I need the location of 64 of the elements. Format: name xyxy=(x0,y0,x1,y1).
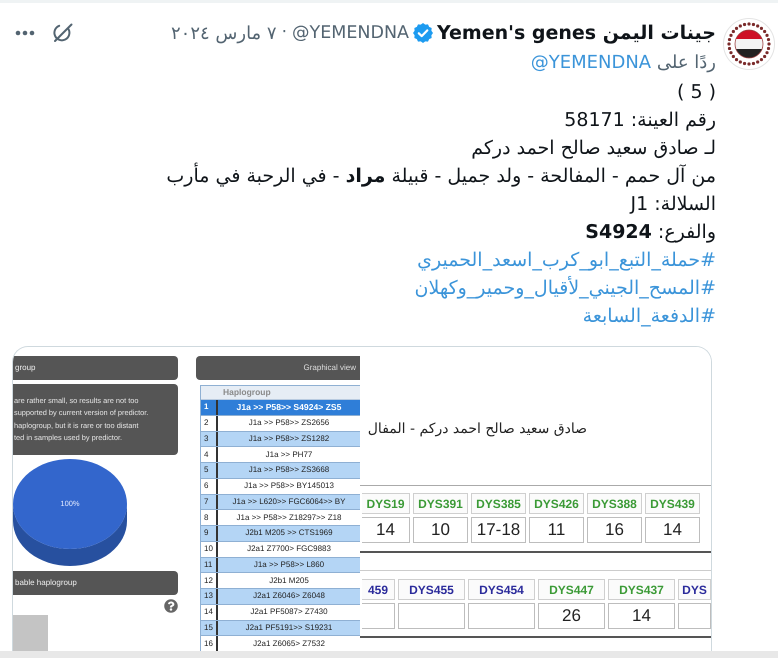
media-card[interactable] xyxy=(12,346,712,651)
haplogroup-cell-text: J1a >> P58>> ZS2656 xyxy=(248,417,330,430)
panel-header: Graphical view xyxy=(196,356,360,380)
marker-header: DYS19 xyxy=(362,493,410,514)
marker-header: DYS447 xyxy=(538,579,605,600)
marker-header: DYS454 xyxy=(468,579,535,600)
value-cell xyxy=(398,603,465,629)
author-handle[interactable]: @YEMENDNA xyxy=(292,20,410,46)
value-cell xyxy=(678,603,711,629)
hashtag-link[interactable]: #حملة_التبع_ابو_كرب_اسعد_الحميري xyxy=(417,246,716,274)
value-cell: 26 xyxy=(538,603,605,629)
author-name[interactable]: جينات اليمن Yemen's genes xyxy=(437,18,716,48)
marker-header: DYS439 xyxy=(645,493,700,514)
haplogroup-cell-text: J2a1 Z6046> Z6048 xyxy=(252,590,326,602)
marker-header: DYS455 xyxy=(398,579,465,600)
post-text-line: السلالة: J1 xyxy=(628,192,716,217)
separator-dot: · xyxy=(282,21,287,44)
panel-header: bable haplogroup xyxy=(13,571,178,595)
help-icon xyxy=(164,599,178,613)
marker-header: DYS437 xyxy=(608,579,675,600)
marker-header: DYS xyxy=(678,579,711,600)
slashed-circle-icon[interactable] xyxy=(51,21,75,45)
post-text-line: رقم العينة: 58171 xyxy=(563,108,716,133)
marker-header: DYS391 xyxy=(413,493,468,514)
haplogroup-cell-text: J2a1 Z7700> FGC9883 xyxy=(246,543,332,556)
haplogroup-cell-text: J2a1 Z6065> Z7532 xyxy=(252,638,326,650)
post-text-line: من آل حمم - المفالحة - ولد جميل - قبيلة مراد - في الرحبة في مأرب xyxy=(12,162,716,190)
post-text-line: لـ صادق سعيد صالح احمد دركم xyxy=(470,136,716,161)
sample-title: صادق سعيد صالح احمد دركم - المفال xyxy=(368,420,587,439)
marker-header: 459 xyxy=(362,579,395,600)
more-icon[interactable] xyxy=(15,30,35,36)
hashtag-link[interactable]: #الدفعة_السابعة xyxy=(582,302,716,330)
haplogroup-cell-text: J1a >> P58>> BY145013 xyxy=(243,480,335,492)
haplogroup-cell-text: J1a >> P58>> S4924> ZS5 xyxy=(236,400,342,414)
haplogroup-cell-text: J1a >> P58>> ZS1282 xyxy=(248,432,330,445)
column-header: Haplogroup xyxy=(222,386,271,399)
value-cell xyxy=(362,603,395,629)
post-date[interactable]: ٧ مارس ٢٠٢٤ xyxy=(171,20,277,46)
value-cell: 10 xyxy=(413,517,468,543)
panel-header: group xyxy=(13,356,178,380)
haplogroup-cell-text: J1a >> PH77 xyxy=(264,448,314,461)
haplogroup-cell-text: J1a >> L620>> FGC6064>> BY xyxy=(232,496,346,508)
post-text-line: ( 5 ) xyxy=(676,80,716,105)
value-cell xyxy=(468,603,535,629)
haplogroup-cell-text: J1a >> P58>> Z18297>> Z18 xyxy=(236,512,342,524)
haplogroup-cell-text: J2a1 PF5087> Z7430 xyxy=(249,606,329,618)
haplogroup-cell-text: J2b1 M205 >> CTS1969 xyxy=(244,527,334,540)
haplogroup-cell-text: J1a >> P58>> ZS3668 xyxy=(248,464,330,476)
marker-header: DYS388 xyxy=(587,493,642,514)
marker-header: DYS426 xyxy=(529,493,584,514)
value-cell: 14 xyxy=(608,603,675,629)
value-cell: 14 xyxy=(645,517,700,543)
haplogroup-cell-text: J2a1 PF5191>> S19231 xyxy=(244,622,334,634)
value-cell: 14 xyxy=(362,517,410,543)
value-cell: 11 xyxy=(529,517,584,543)
marker-header: DYS385 xyxy=(471,493,526,514)
hashtag-link[interactable]: #المسح_الجيني_لأقيال_وحمير_وكهلان xyxy=(414,274,716,302)
mention-link[interactable]: @YEMENDNA xyxy=(530,52,652,73)
value-cell: 16 xyxy=(587,517,642,543)
avatar[interactable] xyxy=(723,18,775,70)
value-cell: 17-18 xyxy=(471,517,526,543)
haplogroup-cell-text: J2b1 M205 xyxy=(268,574,310,587)
placeholder-block xyxy=(13,615,48,651)
haplogroup-cell-text: J1a >> P58>> L860 xyxy=(252,558,326,571)
